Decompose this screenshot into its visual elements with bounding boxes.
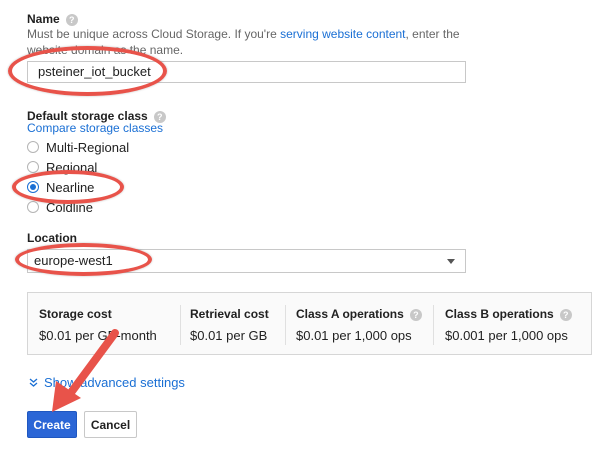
annotation-arrow [52, 329, 119, 412]
